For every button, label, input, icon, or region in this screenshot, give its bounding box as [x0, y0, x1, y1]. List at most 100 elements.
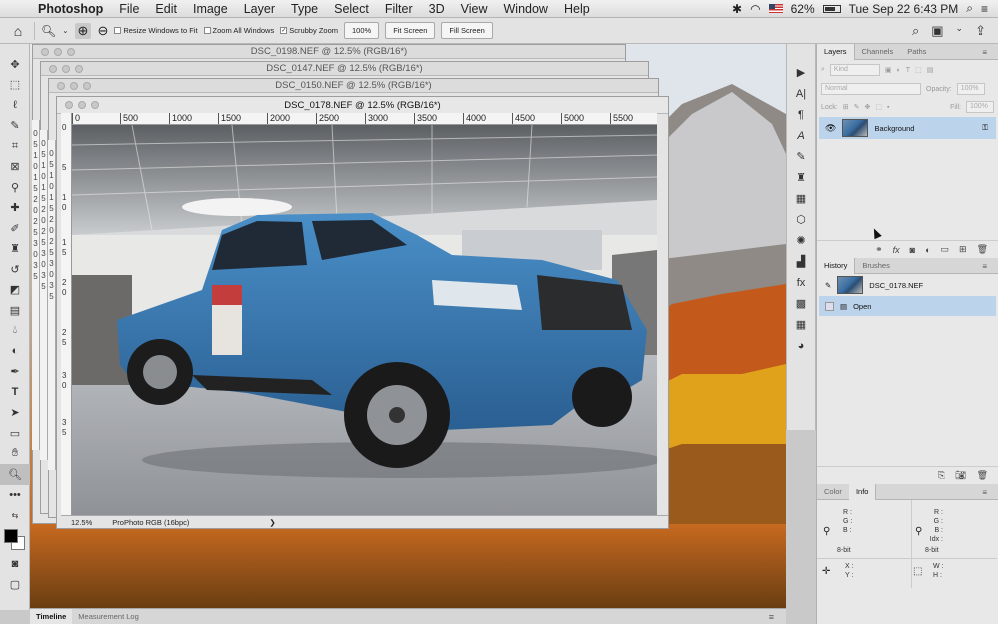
layers-list-empty[interactable] [817, 140, 998, 240]
brush-settings-icon[interactable]: ✎ [787, 146, 815, 167]
rectangle-tool-icon[interactable]: ▭ [0, 423, 30, 444]
battery-icon[interactable] [822, 4, 841, 13]
menu-filter[interactable]: Filter [377, 2, 421, 16]
panel-menu-icon[interactable]: ≡ [763, 612, 780, 622]
zoom-all-windows-checkbox[interactable]: Zoom All Windows [203, 26, 274, 35]
paragraph-icon[interactable]: ¶ [787, 104, 815, 125]
link-layers-icon[interactable]: ⚭ [875, 244, 883, 255]
panel-menu-icon[interactable]: ≡ [975, 262, 994, 271]
flag-icon[interactable] [768, 4, 783, 13]
document-tab-1[interactable]: DSC_0198.NEF @ 12.5% (RGB/16*) [33, 45, 625, 59]
crop-tool-icon[interactable]: ⌗ [0, 136, 30, 157]
quick-mask-icon[interactable]: ◙ [0, 554, 30, 575]
menu-type[interactable]: Type [283, 2, 326, 16]
canvas-image-truck[interactable] [72, 125, 657, 515]
panel-menu-icon[interactable]: ≡ [975, 488, 994, 497]
blur-tool-icon[interactable]: 💧︎ [0, 321, 30, 342]
eraser-tool-icon[interactable]: ◩ [0, 280, 30, 301]
history-snapshot[interactable]: ✎ DSC_0178.NEF [819, 274, 996, 296]
navigator-icon[interactable]: ▦ [787, 314, 815, 335]
filter-adjust-icon[interactable]: ◐ [897, 67, 901, 74]
document-tab-3[interactable]: DSC_0150.NEF @ 12.5% (RGB/16*) [49, 79, 658, 93]
actions-play-icon[interactable]: ▶ [787, 62, 815, 83]
fill-screen-button[interactable]: Fill Screen [441, 22, 493, 39]
layer-style-icon[interactable]: fx [893, 245, 900, 255]
menu-image[interactable]: Image [185, 2, 236, 16]
hand-tool-icon[interactable]: ✋︎ [0, 444, 30, 465]
ruler-vertical[interactable]: 0 5 1 0 1 5 2 0 2 5 3 0 3 5 [61, 113, 72, 515]
notification-center-icon[interactable]: ≡ [981, 2, 988, 16]
more-tools-icon[interactable]: ••• [0, 485, 30, 506]
layer-name[interactable]: Background [874, 124, 914, 133]
document-tab-2[interactable]: DSC_0147.NEF @ 12.5% (RGB/16*) [41, 62, 648, 76]
blend-mode-select[interactable]: Normal [821, 83, 921, 95]
ruler-horizontal[interactable]: 0 500 1000 1500 2000 2500 3000 3500 4000… [72, 113, 657, 125]
eyedropper-readout-icon[interactable]: ⚲ [915, 526, 922, 537]
character-icon[interactable]: A| [787, 83, 815, 104]
search-icon[interactable]: ⌕ [912, 23, 919, 39]
brush-tool-icon[interactable]: ✐ [0, 218, 30, 239]
tab-paths[interactable]: Paths [900, 47, 933, 56]
path-selection-tool-icon[interactable]: ➤ [0, 403, 30, 424]
new-layer-icon[interactable]: ⊞ [959, 244, 967, 255]
dodge-tool-icon[interactable]: ◐ [0, 341, 30, 362]
opacity-input[interactable]: 100% [956, 83, 985, 95]
zoom-tool-icon[interactable]: 🔍︎ [41, 24, 56, 38]
menu-3d[interactable]: 3D [421, 2, 453, 16]
workspace-icon[interactable]: ▣ [931, 23, 943, 39]
lock-image-icon[interactable]: ✎ [854, 103, 860, 111]
lock-all-icon[interactable]: ▪ [887, 104, 889, 111]
menu-view[interactable]: View [453, 2, 496, 16]
zoom-level[interactable]: 12.5% [71, 518, 92, 527]
filter-shape-icon[interactable]: ⬚ [915, 66, 922, 74]
tab-brushes[interactable]: Brushes [855, 261, 897, 270]
share-icon[interactable]: ⇪ [975, 23, 986, 39]
swap-colors-icon[interactable]: ⇆ [0, 505, 30, 526]
tab-color[interactable]: Color [817, 487, 849, 496]
document-tab-main[interactable]: DSC_0178.NEF @ 12.5% (RGB/16*) [57, 97, 668, 114]
tab-info[interactable]: Info [848, 483, 877, 500]
menu-layer[interactable]: Layer [236, 2, 283, 16]
delete-state-icon[interactable]: 🗑︎ [977, 470, 988, 481]
gradient-tool-icon[interactable]: ▤ [0, 300, 30, 321]
foreground-color-swatch[interactable] [4, 528, 18, 543]
screen-mode-icon[interactable]: ▢ [0, 574, 30, 595]
new-group-icon[interactable]: ▭ [941, 244, 950, 255]
panel-menu-icon[interactable]: ≡ [975, 48, 994, 57]
quick-select-tool-icon[interactable]: ✎ [0, 116, 30, 137]
menu-file[interactable]: File [111, 2, 147, 16]
lock-transparent-icon[interactable]: ⊞ [843, 103, 849, 111]
zoom-out-icon[interactable]: ⊖ [97, 23, 108, 39]
filter-type-icon[interactable]: T [906, 67, 910, 74]
lock-position-icon[interactable]: ✥ [864, 103, 870, 111]
filter-pixel-icon[interactable]: ▣ [885, 66, 892, 74]
menu-app-name[interactable]: Photoshop [30, 2, 111, 16]
menu-help[interactable]: Help [556, 2, 598, 16]
delete-layer-icon[interactable]: 🗑︎ [977, 244, 988, 255]
add-mask-icon[interactable]: ◙ [910, 245, 915, 255]
resize-windows-checkbox[interactable]: Resize Windows to Fit [114, 26, 198, 35]
clone-stamp-tool-icon[interactable]: ♜ [0, 239, 30, 260]
eyedropper-readout-icon[interactable]: ⚲ [823, 526, 830, 537]
eyedropper-tool-icon[interactable]: ⚲ [0, 177, 30, 198]
tools-grip[interactable] [0, 44, 29, 54]
filter-smart-icon[interactable]: ▤ [927, 66, 934, 74]
zoom-value-field[interactable]: 100% [344, 22, 380, 39]
lasso-tool-icon[interactable]: ℓ [0, 95, 30, 116]
wifi-icon[interactable]: ◠ [750, 2, 760, 16]
zoom-tool-selected-icon[interactable]: 🔍︎ [0, 464, 30, 485]
zoom-in-icon[interactable]: ⊕ [74, 22, 92, 39]
swatches-icon[interactable]: ▩ [787, 293, 815, 314]
move-tool-icon[interactable]: ✥ [0, 54, 30, 75]
menu-edit[interactable]: Edit [147, 2, 185, 16]
history-step-open[interactable]: ▤ Open [819, 296, 996, 316]
adjustments-icon[interactable]: ✺ [787, 230, 815, 251]
history-source-box[interactable] [825, 301, 834, 311]
pen-tool-icon[interactable]: ✒ [0, 362, 30, 383]
fill-input[interactable]: 100% [966, 101, 994, 113]
scrubby-zoom-checkbox[interactable]: ✓ Scrubby Zoom [280, 26, 338, 35]
histogram-icon[interactable]: ▟ [787, 251, 815, 272]
styles-icon[interactable]: ◕ [787, 335, 815, 356]
spotlight-icon[interactable]: ⌕ [966, 1, 973, 16]
frame-tool-icon[interactable]: ⊠ [0, 157, 30, 178]
